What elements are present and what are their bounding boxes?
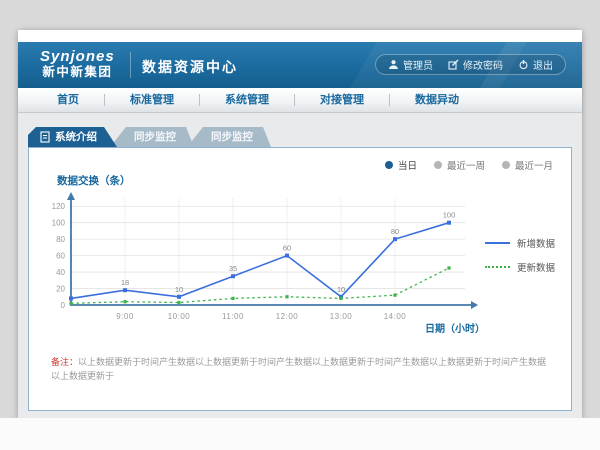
page-title: 数据资源中心 bbox=[142, 57, 238, 77]
tab-bar: 系统介绍 同步监控 同步监控 bbox=[28, 127, 271, 147]
nav-item-0[interactable]: 首页 bbox=[32, 88, 104, 112]
y-tick-label: 120 bbox=[52, 202, 66, 211]
data-point bbox=[285, 254, 289, 258]
data-point bbox=[339, 297, 342, 300]
data-point bbox=[393, 237, 397, 241]
line-chart: 0 20 40 60 80 100 120 9:00 10:00 11:00 12:00 13:00 1… bbox=[35, 188, 515, 340]
legend-line-sample bbox=[485, 266, 510, 268]
radio-dot-icon bbox=[434, 161, 442, 169]
y-tick-label: 40 bbox=[56, 268, 65, 277]
content-area: 系统介绍 同步监控 同步监控 当日 最近一周 最近一月 数据交换（条） 0 20 40 60 8… bbox=[18, 113, 582, 418]
user-menu: 管理员 修改密码 退出 bbox=[375, 54, 566, 75]
radio-label: 当日 bbox=[398, 158, 417, 172]
tab-2[interactable]: 同步监控 bbox=[187, 127, 271, 147]
x-axis-title: 日期（小时） bbox=[425, 322, 485, 335]
data-point bbox=[177, 295, 181, 299]
tab-1[interactable]: 同步监控 bbox=[110, 127, 194, 147]
radio-label: 最近一周 bbox=[447, 158, 485, 172]
legend-item-1: 更新数据 bbox=[485, 260, 555, 274]
data-point bbox=[69, 302, 72, 305]
legend-line-sample bbox=[485, 242, 510, 244]
x-tick-label: 10:00 bbox=[168, 312, 191, 321]
user-menu-item-0[interactable]: 管理员 bbox=[388, 57, 433, 72]
data-point bbox=[69, 296, 73, 300]
radio-label: 最近一月 bbox=[515, 158, 553, 172]
tab-label: 系统介绍 bbox=[55, 127, 97, 147]
data-point-label: 35 bbox=[229, 264, 237, 273]
user-icon bbox=[388, 59, 399, 70]
filter-radio-1[interactable]: 最近一周 bbox=[434, 158, 485, 172]
data-point-label: 80 bbox=[391, 227, 399, 236]
radio-dot-icon bbox=[502, 161, 510, 169]
y-axis-arrow-icon bbox=[67, 192, 75, 200]
header-divider bbox=[130, 52, 131, 78]
filter-radio-2[interactable]: 最近一月 bbox=[502, 158, 553, 172]
filter-radio-0[interactable]: 当日 bbox=[385, 158, 417, 172]
company-logo: Synjones 新中新集团 bbox=[40, 48, 115, 80]
tab-label: 同步监控 bbox=[211, 131, 253, 143]
data-point-label: 10 bbox=[175, 285, 183, 294]
legend-label: 新增数据 bbox=[517, 236, 555, 250]
x-tick-label: 13:00 bbox=[330, 312, 353, 321]
app-header: Synjones 新中新集团 数据资源中心 管理员 修改密码 退出 bbox=[18, 42, 582, 88]
footnote-label: 备注： bbox=[51, 357, 78, 367]
main-nav: 首页标准管理系统管理对接管理数据异动 bbox=[18, 88, 582, 113]
tab-0[interactable]: 系统介绍 bbox=[28, 127, 117, 147]
data-point bbox=[231, 297, 234, 300]
footnote: 备注：以上数据更新于时间产生数据以上数据更新于时间产生数据以上数据更新于时间产生… bbox=[51, 356, 555, 383]
data-point-label: 100 bbox=[443, 211, 456, 220]
nav-item-1[interactable]: 标准管理 bbox=[105, 88, 199, 112]
user-menu-label: 修改密码 bbox=[463, 57, 503, 72]
data-point-label: 60 bbox=[283, 244, 291, 253]
data-point bbox=[177, 301, 180, 304]
data-point bbox=[285, 295, 288, 298]
document-icon bbox=[40, 131, 50, 143]
x-tick-label: 9:00 bbox=[116, 312, 134, 321]
x-axis-arrow-icon bbox=[471, 301, 478, 309]
edit-icon bbox=[448, 59, 459, 70]
user-menu-item-1[interactable]: 修改密码 bbox=[448, 57, 503, 72]
user-menu-item-2[interactable]: 退出 bbox=[518, 57, 553, 72]
data-point bbox=[393, 294, 396, 297]
x-tick-label: 11:00 bbox=[222, 312, 244, 321]
legend-label: 更新数据 bbox=[517, 260, 555, 274]
power-icon bbox=[518, 59, 529, 70]
nav-item-4[interactable]: 数据异动 bbox=[390, 88, 484, 112]
data-point bbox=[123, 300, 126, 303]
logo-text-en: Synjones bbox=[40, 48, 115, 65]
y-tick-label: 60 bbox=[56, 252, 65, 261]
time-range-filter: 当日 最近一周 最近一月 bbox=[385, 158, 553, 172]
y-tick-label: 0 bbox=[61, 301, 66, 310]
y-tick-label: 20 bbox=[56, 285, 65, 294]
footnote-text: 以上数据更新于时间产生数据以上数据更新于时间产生数据以上数据更新于时间产生数据以… bbox=[51, 357, 546, 381]
x-tick-label: 14:00 bbox=[384, 312, 407, 321]
tab-label: 同步监控 bbox=[134, 131, 176, 143]
user-menu-label: 退出 bbox=[533, 57, 553, 72]
page-bottom-margin bbox=[0, 418, 600, 450]
nav-item-2[interactable]: 系统管理 bbox=[200, 88, 294, 112]
user-menu-label: 管理员 bbox=[403, 57, 433, 72]
legend-item-0: 新增数据 bbox=[485, 236, 555, 250]
data-point-label: 18 bbox=[121, 278, 129, 287]
nav-item-3[interactable]: 对接管理 bbox=[295, 88, 389, 112]
data-point bbox=[447, 266, 450, 269]
chart-legend: 新增数据更新数据 bbox=[485, 236, 555, 274]
browser-window: Synjones 新中新集团 数据资源中心 管理员修改密码退出 首页标准管理系统… bbox=[18, 30, 582, 418]
data-point-label: 10 bbox=[337, 285, 345, 294]
logo-text-cn: 新中新集团 bbox=[40, 65, 115, 80]
chart-panel: 当日 最近一周 最近一月 数据交换（条） 0 20 40 60 80 100 120 9:00 10… bbox=[28, 147, 572, 411]
data-point bbox=[447, 221, 451, 225]
y-tick-label: 100 bbox=[52, 219, 66, 228]
y-tick-label: 80 bbox=[56, 235, 65, 244]
data-point bbox=[231, 274, 235, 278]
data-point bbox=[123, 288, 127, 292]
radio-dot-icon bbox=[385, 161, 393, 169]
x-tick-label: 12:00 bbox=[276, 312, 299, 321]
y-axis-title: 数据交换（条） bbox=[57, 173, 131, 188]
